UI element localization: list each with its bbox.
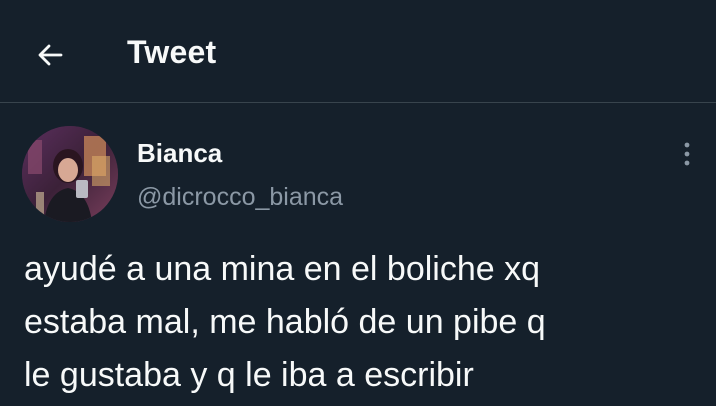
- more-vertical-icon: [682, 140, 692, 173]
- tweet-text-line: ayudé a una mina en el boliche xq: [24, 250, 541, 288]
- tweet-text-line: estaba mal, me habló de un pibe q: [24, 303, 546, 341]
- avatar[interactable]: [22, 126, 118, 222]
- tweet-page: Tweet Bianca @dicrocco_bianca ayudé a un…: [0, 0, 716, 406]
- more-options-button[interactable]: [672, 141, 702, 171]
- tweet-text: ayudé a una mina en el boliche xq estaba…: [24, 243, 704, 402]
- page-title: Tweet: [127, 34, 217, 70]
- arrow-left-icon: [34, 39, 66, 76]
- back-button[interactable]: [30, 37, 70, 77]
- tweet-text-line: le gustaba y q le iba a escribir: [24, 356, 474, 394]
- author-handle[interactable]: @dicrocco_bianca: [137, 183, 343, 212]
- top-bar: Tweet: [0, 0, 716, 103]
- tweet: Bianca @dicrocco_bianca ayudé a una mina…: [0, 103, 716, 406]
- author-display-name[interactable]: Bianca: [137, 138, 222, 169]
